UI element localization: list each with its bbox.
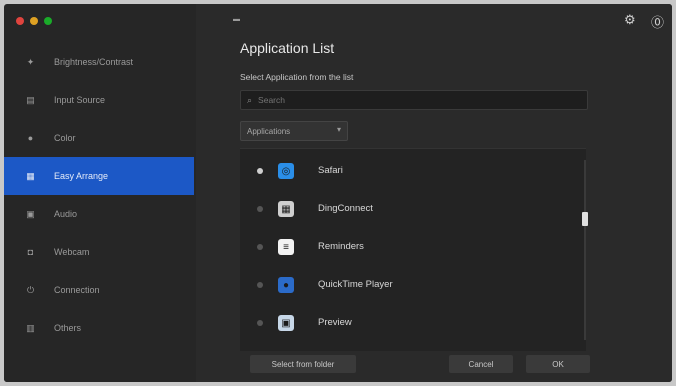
connection-icon: ⏻ [26,284,35,295]
list-item[interactable]: ◎ Safari [240,153,570,191]
application-list: ◎ Safari ▦ DingConnect ≡ Reminders ● Qui… [240,148,586,351]
sidebar-item-webcam[interactable]: ◘ Webcam [4,233,194,271]
dropdown-label: Applications [247,126,291,136]
app-name: Reminders [318,241,364,252]
help-icon[interactable]: ⓪ [651,12,664,31]
radio-button[interactable] [257,244,263,250]
radio-button[interactable] [257,282,263,288]
chevron-down-icon: ▾ [336,125,341,134]
scrollbar-track[interactable] [584,160,586,340]
dingconnect-icon: ▦ [278,201,294,217]
easy-arrange-icon: ▦ [26,170,35,181]
close-window-button[interactable] [16,17,24,25]
sidebar-item-label: Input Source [54,95,106,105]
radio-button[interactable] [257,320,263,326]
window-controls [16,17,52,25]
cancel-button[interactable]: Cancel [449,355,513,373]
sidebar-item-label: Easy Arrange [54,171,109,181]
color-icon: ● [27,133,34,143]
app-name: QuickTime Player [318,279,393,290]
safari-icon: ◎ [278,163,294,179]
select-from-folder-button[interactable]: Select from folder [250,355,356,373]
app-filter-dropdown[interactable]: Applications ▾ [240,121,348,141]
sidebar-item-label: Others [54,323,82,333]
list-item[interactable]: ▦ DingConnect [240,191,570,229]
others-icon: ▥ [26,322,35,333]
webcam-icon: ◘ [27,247,34,257]
sidebar-item-label: Brightness/Contrast [54,57,134,67]
search-icon: ⌕ [247,94,253,105]
sidebar-item-audio[interactable]: ▣ Audio [4,195,194,233]
app-name: DingConnect [318,203,373,214]
sidebar-item-label: Color [54,133,76,143]
app-name: Preview [318,317,352,328]
list-item[interactable]: ▣ Preview [240,305,570,343]
scrollbar-thumb[interactable] [582,212,588,226]
list-item[interactable]: ● QuickTime Player [240,267,570,305]
sidebar-item-label: Webcam [54,247,90,257]
brightness-icon: ✦ [26,56,35,67]
radio-button[interactable] [257,206,263,212]
sidebar-item-label: Audio [54,209,78,219]
sidebar-item-input-source[interactable]: ▤ Input Source [4,81,194,119]
reminders-icon: ≡ [278,239,294,255]
app-name: Safari [318,165,343,176]
sidebar-item-brightness-contrast[interactable]: ✦ Brightness/Contrast [4,43,194,81]
section-label: Select Application from the list [240,72,354,82]
quicktime-icon: ● [278,277,294,293]
sidebar-item-connection[interactable]: ⏻ Connection [4,271,194,309]
sidebar-item-label: Connection [54,285,100,295]
radio-button[interactable] [257,168,263,174]
input-source-icon: ▤ [26,94,35,105]
sidebar: ✦ Brightness/Contrast ▤ Input Source ● C… [4,36,196,382]
audio-icon: ▣ [26,208,35,219]
sidebar-item-others[interactable]: ▥ Others [4,309,194,347]
search-input[interactable] [256,94,561,106]
page-title: Application List [240,40,335,56]
search-field[interactable]: ⌕ [240,90,588,110]
list-item[interactable]: ≡ Reminders [240,229,570,267]
ok-button[interactable]: OK [526,355,590,373]
sidebar-item-easy-arrange[interactable]: ▦ Easy Arrange [4,157,194,195]
zoom-window-button[interactable] [44,17,52,25]
preview-icon: ▣ [278,315,294,331]
drag-handle-icon[interactable]: ▬ [233,16,240,23]
minimize-window-button[interactable] [30,17,38,25]
gear-icon[interactable]: ⚙ [624,12,636,28]
sidebar-item-color[interactable]: ● Color [4,119,194,157]
